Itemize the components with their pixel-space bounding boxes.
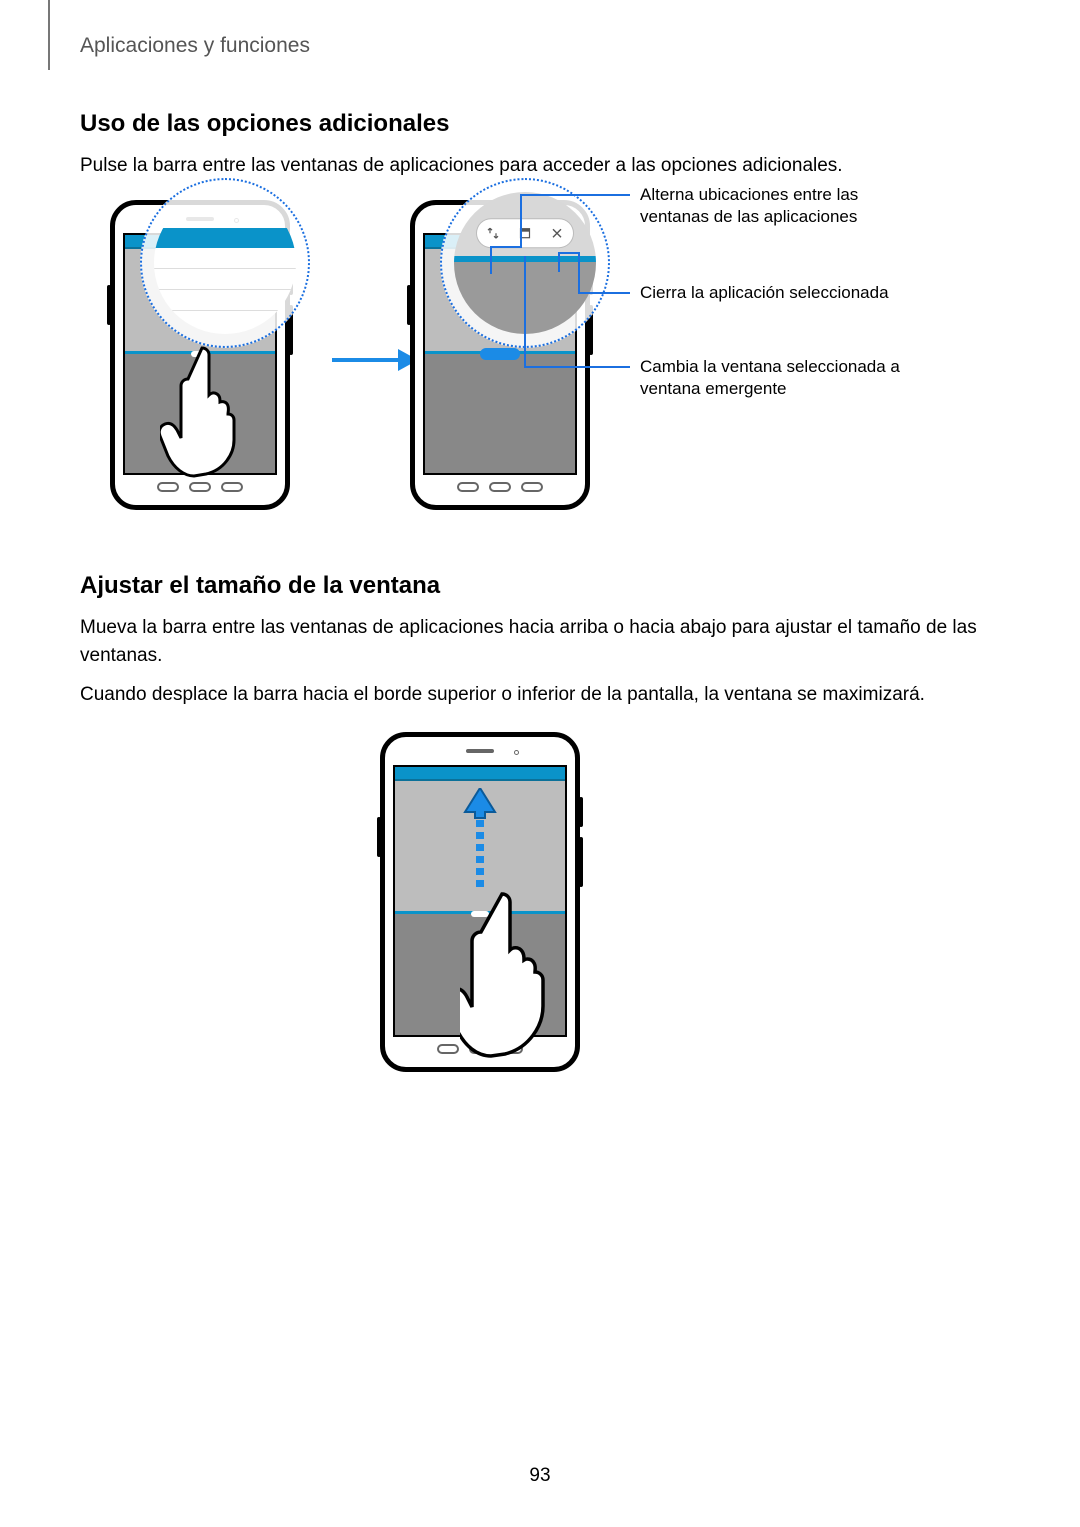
close-icon	[551, 228, 563, 240]
section2-title: Ajustar el tamaño de la ventana	[80, 572, 1000, 600]
split-lower	[425, 354, 575, 473]
hand-drag-icon	[460, 886, 600, 1086]
zoom-lower	[154, 248, 296, 334]
leader-line	[520, 194, 630, 196]
callout-popup: Cambia la ventana seleccionada a ventana…	[640, 356, 920, 400]
callout-swap: Alterna ubicaciones entre las ventanas d…	[640, 184, 920, 228]
leader-line	[578, 292, 630, 294]
breadcrumb: Aplicaciones y funciones	[80, 34, 310, 58]
header-rule	[48, 0, 50, 70]
nav-recent-icon	[437, 1044, 459, 1054]
section2-body1: Mueva la barra entre las ventanas de apl…	[80, 614, 1000, 669]
section-additional-options: Uso de las opciones adicionales Pulse la…	[80, 110, 1000, 180]
phone-side-button	[579, 797, 583, 827]
section-resize-window: Ajustar el tamaño de la ventana Mueva la…	[80, 572, 1000, 709]
split-handle-expanded	[480, 348, 520, 360]
leader-line	[558, 252, 578, 254]
leader-line	[524, 366, 630, 368]
section1-body: Pulse la barra entre las ventanas de apl…	[80, 152, 1000, 180]
zoom-header-bar	[154, 228, 296, 242]
leader-line	[558, 252, 560, 272]
leader-line	[578, 252, 580, 292]
app-header	[395, 767, 565, 781]
phone-side-button	[107, 285, 111, 325]
swap-icon	[487, 228, 499, 240]
section1-title: Uso de las opciones adicionales	[80, 110, 1000, 138]
nav-recent-icon	[157, 482, 179, 492]
leader-line	[490, 248, 492, 274]
nav-buttons	[415, 479, 585, 497]
nav-buttons	[115, 479, 285, 497]
callout-close: Cierra la aplicación seleccionada	[640, 282, 920, 304]
figure-options: Alterna ubicaciones entre las ventanas d…	[80, 190, 1000, 530]
arrow-right-icon	[330, 345, 420, 375]
page-number: 93	[0, 1465, 1080, 1487]
phone-side-button	[579, 837, 583, 887]
figure-resize	[0, 718, 1080, 1088]
hand-tap-icon	[160, 340, 250, 480]
nav-back-icon	[221, 482, 243, 492]
phone-speaker	[466, 749, 494, 753]
leader-line	[520, 194, 522, 248]
nav-home-icon	[189, 482, 211, 492]
phone-side-button	[377, 817, 381, 857]
leader-line	[490, 246, 520, 248]
section2-body2: Cuando desplace la barra hacia el borde …	[80, 681, 1000, 709]
nav-back-icon	[521, 482, 543, 492]
phone-camera	[514, 750, 519, 755]
page: Aplicaciones y funciones Uso de las opci…	[0, 0, 1080, 1527]
options-pill	[477, 220, 573, 248]
nav-home-icon	[489, 482, 511, 492]
phone-side-button	[407, 285, 411, 325]
nav-recent-icon	[457, 482, 479, 492]
zoom-lens-left	[140, 178, 310, 348]
leader-line	[524, 256, 526, 366]
